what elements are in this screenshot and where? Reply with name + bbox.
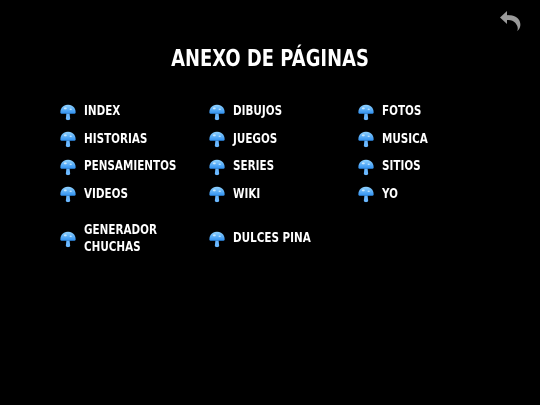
link-label: WIKI — [233, 186, 261, 202]
mushroom-icon — [59, 130, 77, 148]
mushroom-icon — [208, 130, 226, 148]
link-index[interactable]: INDEX — [59, 98, 208, 126]
link-label: JUEGOS — [233, 131, 278, 147]
mushroom-icon — [208, 185, 226, 203]
mushroom-icon — [59, 103, 77, 121]
link-wiki[interactable]: WIKI — [208, 181, 357, 209]
link-dibujos[interactable]: DIBUJOS — [208, 98, 357, 126]
page-links-grid: INDEX DIBUJOS FOTOS HISTORIAS JUEGOS MUS… — [59, 98, 519, 263]
link-musica[interactable]: MUSICA — [357, 126, 506, 154]
link-label: SERIES — [233, 159, 275, 175]
link-dulces-pina[interactable]: DULCES PINA — [208, 215, 357, 263]
link-juegos[interactable]: JUEGOS — [208, 126, 357, 154]
page-title: ANEXO DE PÁGINAS — [171, 46, 369, 72]
link-fotos[interactable]: FOTOS — [357, 98, 506, 126]
mushroom-icon — [59, 185, 77, 203]
link-label-line: GENERADOR — [84, 222, 157, 238]
mushroom-icon — [208, 230, 226, 248]
link-historias[interactable]: HISTORIAS — [59, 126, 208, 154]
link-label: FOTOS — [382, 104, 422, 120]
link-label: GENERADOR CHUCHAS — [84, 222, 157, 256]
mushroom-icon — [357, 158, 375, 176]
link-label: VIDEOS — [84, 186, 128, 202]
link-label: PENSAMIENTOS — [84, 159, 177, 175]
link-label: YO — [382, 186, 399, 202]
mushroom-icon — [357, 130, 375, 148]
link-label-line: CHUCHAS — [84, 239, 141, 255]
link-label: SITIOS — [382, 159, 421, 175]
mushroom-icon — [59, 230, 77, 248]
link-generador-chuchas[interactable]: GENERADOR CHUCHAS — [59, 215, 208, 263]
link-series[interactable]: SERIES — [208, 153, 357, 181]
mushroom-icon — [59, 158, 77, 176]
back-button[interactable] — [498, 8, 522, 32]
link-sitios[interactable]: SITIOS — [357, 153, 506, 181]
link-label: DULCES PINA — [233, 231, 311, 246]
link-label: INDEX — [84, 104, 121, 120]
link-videos[interactable]: VIDEOS — [59, 181, 208, 209]
mushroom-icon — [208, 103, 226, 121]
mushroom-icon — [357, 103, 375, 121]
undo-arrow-icon — [500, 11, 521, 32]
link-label: HISTORIAS — [84, 131, 148, 147]
link-label: DIBUJOS — [233, 104, 283, 120]
link-pensamientos[interactable]: PENSAMIENTOS — [59, 153, 208, 181]
link-label: MUSICA — [382, 131, 428, 147]
link-yo[interactable]: YO — [357, 181, 506, 209]
mushroom-icon — [208, 158, 226, 176]
mushroom-icon — [357, 185, 375, 203]
